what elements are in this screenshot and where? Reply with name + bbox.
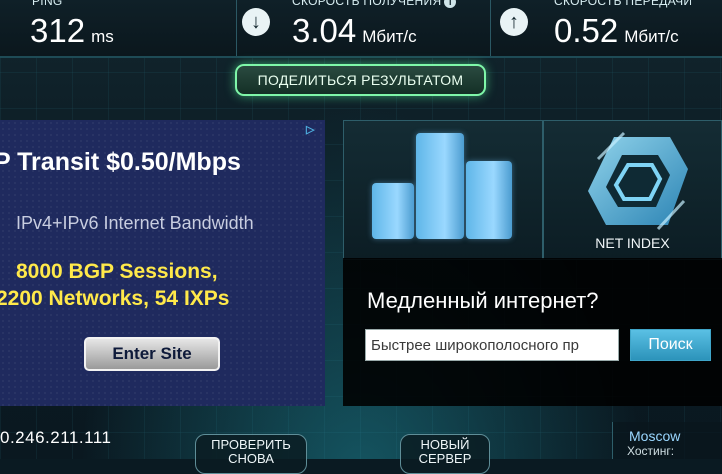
net-index-logo-icon xyxy=(588,131,688,231)
provider-search-input[interactable] xyxy=(365,329,619,361)
server-city: Moscow xyxy=(629,428,681,444)
host-label: Хостинг: xyxy=(627,444,675,458)
ad-banner[interactable]: ▷ P Transit $0.50/Mbps IPv4+IPv6 Interne… xyxy=(0,120,325,406)
ad-line-1: 8000 BGP Sessions, xyxy=(16,260,218,283)
ping-value-row: 312 ms xyxy=(30,12,114,50)
slow-internet-panel: Медленный интернет? Поиск xyxy=(343,258,722,406)
ping-title: PING xyxy=(32,0,63,8)
search-button[interactable]: Поиск xyxy=(630,329,711,361)
upload-value: 0.52 xyxy=(554,12,619,49)
ad-headline: P Transit $0.50/Mbps xyxy=(0,148,241,176)
stats-bar: PING 312 ms ↓ СКОРОСТЬ ПОЛУЧЕНИЯ i 3.04 Мби… xyxy=(0,0,722,58)
enter-site-button[interactable]: Enter Site xyxy=(84,337,220,371)
ad-line-2: 2200 Networks, 54 IXPs xyxy=(0,287,230,310)
upload-unit: Мбит/с xyxy=(624,27,679,46)
results-chart-tile[interactable] xyxy=(343,120,543,260)
download-title-row: СКОРОСТЬ ПОЛУЧЕНИЯ i xyxy=(292,0,457,8)
info-icon[interactable]: i xyxy=(444,0,457,8)
ip-address: 0.246.211.111 xyxy=(0,428,112,447)
slow-internet-title: Медленный интернет? xyxy=(367,288,599,313)
share-result-button[interactable]: ПОДЕЛИТЬСЯ РЕЗУЛЬТАТОМ xyxy=(235,64,486,96)
bar-left xyxy=(372,183,414,239)
ping-value: 312 xyxy=(30,12,86,49)
upload-arrow-icon: ↑ xyxy=(500,8,528,36)
bar-chart-icon xyxy=(372,129,514,239)
net-index-tile[interactable]: NET INDEX xyxy=(543,120,722,260)
ad-choices-icon[interactable]: ▷ xyxy=(306,123,320,136)
download-value-row: 3.04 Мбит/с xyxy=(292,12,417,50)
net-index-label: NET INDEX xyxy=(595,235,670,251)
download-title: СКОРОСТЬ ПОЛУЧЕНИЯ xyxy=(292,0,442,8)
download-arrow-icon: ↓ xyxy=(242,8,270,36)
download-unit: Мбит/с xyxy=(362,27,417,46)
upload-title: СКОРОСТЬ ПЕРЕДАЧИ xyxy=(554,0,693,8)
ping-unit: ms xyxy=(91,27,114,46)
server-info: Moscow Хостинг: xyxy=(612,422,722,459)
bar-right xyxy=(466,161,512,239)
ping-stat: PING 312 ms xyxy=(0,0,237,56)
retest-button[interactable]: ПРОВЕРИТЬ СНОВА xyxy=(195,434,307,474)
upload-value-row: 0.52 Мбит/с xyxy=(554,12,679,50)
download-value: 3.04 xyxy=(292,12,357,49)
bottom-bar: 0.246.211.111 ПРОВЕРИТЬ СНОВА НОВЫЙ СЕРВ… xyxy=(0,422,722,474)
ad-subtitle: IPv4+IPv6 Internet Bandwidth xyxy=(16,213,254,233)
upload-stat: ↑ СКОРОСТЬ ПЕРЕДАЧИ 0.52 Мбит/с xyxy=(490,0,722,56)
bar-middle xyxy=(416,133,464,239)
new-server-button[interactable]: НОВЫЙ СЕРВЕР xyxy=(400,434,490,474)
download-stat: ↓ СКОРОСТЬ ПОЛУЧЕНИЯ i 3.04 Мбит/с xyxy=(236,0,491,56)
